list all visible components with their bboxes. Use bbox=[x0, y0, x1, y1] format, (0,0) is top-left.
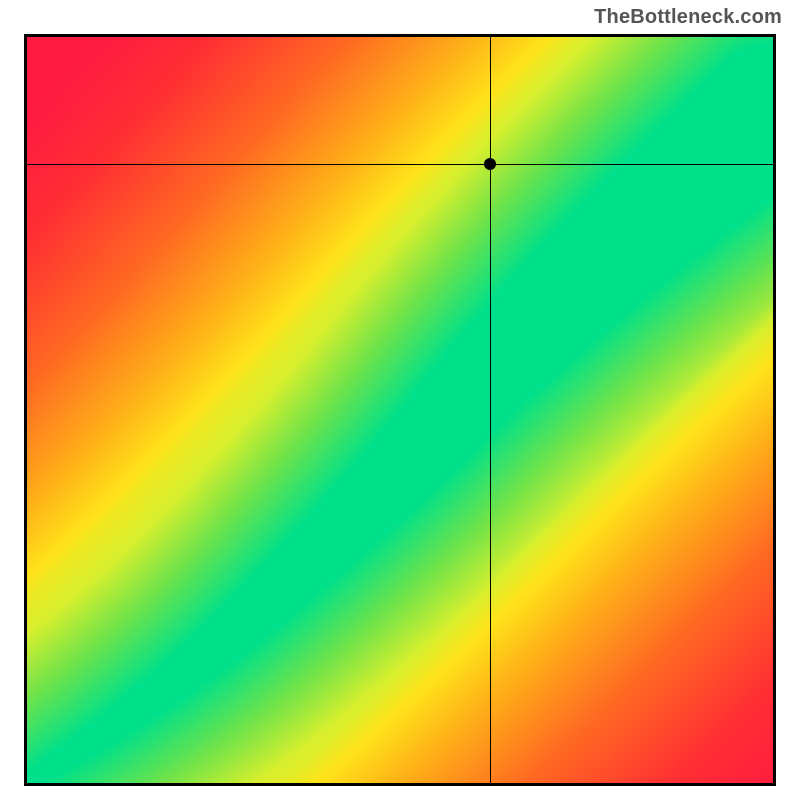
heatmap-plot bbox=[24, 34, 776, 786]
heatmap-canvas bbox=[27, 37, 773, 783]
watermark-text: TheBottleneck.com bbox=[594, 6, 782, 29]
marker-point bbox=[484, 158, 496, 170]
crosshair-vertical bbox=[490, 37, 491, 783]
crosshair-horizontal bbox=[27, 164, 773, 165]
